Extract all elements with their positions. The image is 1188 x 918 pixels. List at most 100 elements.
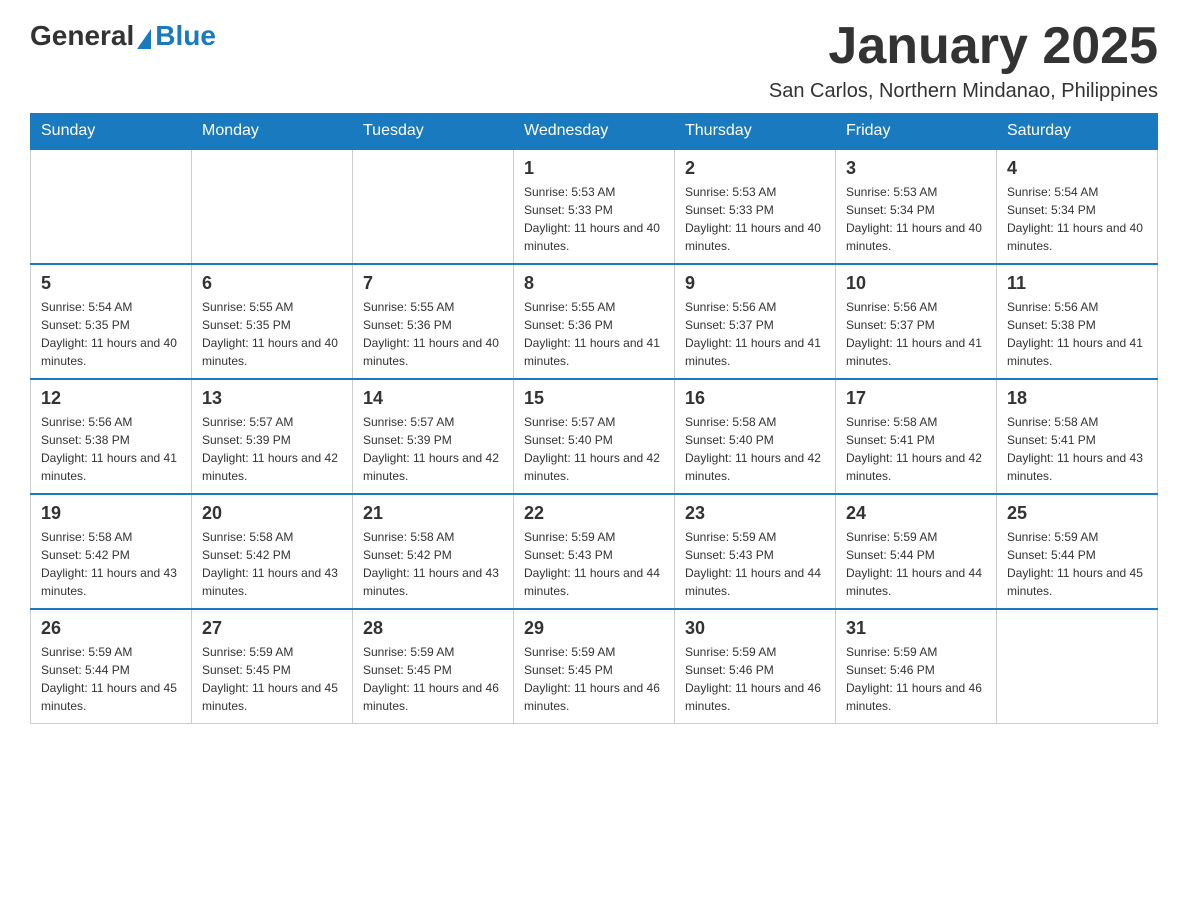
calendar-cell: 29 Sunrise: 5:59 AMSunset: 5:45 PMDayligh… [514, 609, 675, 724]
calendar-cell: 22Sunrise: 5:59 AMSunset: 5:43 PMDayligh… [514, 494, 675, 609]
day-number: 21 [363, 503, 503, 524]
day-info: Sunrise: 5:55 AMSunset: 5:36 PMDaylight:… [524, 298, 664, 370]
day-info: Sunrise: 5:54 AMSunset: 5:34 PMDaylight:… [1007, 183, 1147, 255]
day-number: 31 [846, 618, 986, 639]
week-row-4: 19 Sunrise: 5:58 AMSunset: 5:42 PMDayligh… [31, 494, 1158, 609]
day-number: 27 [202, 618, 342, 639]
weekday-header-saturday: Saturday [997, 114, 1158, 150]
day-number: 14 [363, 388, 503, 409]
calendar-cell: 13 Sunrise: 5:57 AMSunset: 5:39 PMDayligh… [192, 379, 353, 494]
calendar-cell: 16Sunrise: 5:58 AMSunset: 5:40 PMDayligh… [675, 379, 836, 494]
logo-triangle-icon [137, 29, 151, 49]
calendar-cell: 3 Sunrise: 5:53 AMSunset: 5:34 PMDaylight… [836, 149, 997, 264]
calendar-cell: 24 Sunrise: 5:59 AMSunset: 5:44 PMDayligh… [836, 494, 997, 609]
day-info: Sunrise: 5:59 AMSunset: 5:43 PMDaylight:… [685, 528, 825, 600]
calendar-cell: 15 Sunrise: 5:57 AMSunset: 5:40 PMDayligh… [514, 379, 675, 494]
calendar-cell [353, 149, 514, 264]
day-info: Sunrise: 5:59 AMSunset: 5:46 PMDaylight:… [846, 643, 986, 715]
calendar-cell: 10 Sunrise: 5:56 AMSunset: 5:37 PMDayligh… [836, 264, 997, 379]
week-row-2: 5Sunrise: 5:54 AMSunset: 5:35 PMDaylight… [31, 264, 1158, 379]
calendar-cell: 12Sunrise: 5:56 AMSunset: 5:38 PMDayligh… [31, 379, 192, 494]
day-info: Sunrise: 5:58 AMSunset: 5:41 PMDaylight:… [1007, 413, 1147, 485]
day-number: 22 [524, 503, 664, 524]
calendar-cell: 19 Sunrise: 5:58 AMSunset: 5:42 PMDayligh… [31, 494, 192, 609]
weekday-header-thursday: Thursday [675, 114, 836, 150]
day-number: 25 [1007, 503, 1147, 524]
day-info: Sunrise: 5:58 AMSunset: 5:42 PMDaylight:… [41, 528, 181, 600]
calendar-cell: 1 Sunrise: 5:53 AMSunset: 5:33 PMDaylight… [514, 149, 675, 264]
day-number: 26 [41, 618, 181, 639]
calendar-cell: 4 Sunrise: 5:54 AMSunset: 5:34 PMDaylight… [997, 149, 1158, 264]
day-info: Sunrise: 5:56 AMSunset: 5:37 PMDaylight:… [685, 298, 825, 370]
day-number: 10 [846, 273, 986, 294]
day-info: Sunrise: 5:53 AMSunset: 5:33 PMDaylight:… [524, 183, 664, 255]
day-number: 11 [1007, 273, 1147, 294]
day-info: Sunrise: 5:53 AMSunset: 5:33 PMDaylight:… [685, 183, 825, 255]
day-number: 29 [524, 618, 664, 639]
day-number: 19 [41, 503, 181, 524]
day-number: 3 [846, 158, 986, 179]
day-number: 4 [1007, 158, 1147, 179]
day-info: Sunrise: 5:56 AMSunset: 5:37 PMDaylight:… [846, 298, 986, 370]
calendar-cell: 17 Sunrise: 5:58 AMSunset: 5:41 PMDayligh… [836, 379, 997, 494]
day-info: Sunrise: 5:59 AMSunset: 5:44 PMDaylight:… [41, 643, 181, 715]
logo: General Blue [30, 20, 216, 52]
day-number: 20 [202, 503, 342, 524]
week-row-3: 12Sunrise: 5:56 AMSunset: 5:38 PMDayligh… [31, 379, 1158, 494]
calendar-cell [997, 609, 1158, 724]
day-number: 23 [685, 503, 825, 524]
calendar-cell: 31 Sunrise: 5:59 AMSunset: 5:46 PMDayligh… [836, 609, 997, 724]
day-info: Sunrise: 5:55 AMSunset: 5:36 PMDaylight:… [363, 298, 503, 370]
day-number: 18 [1007, 388, 1147, 409]
logo-blue-text: Blue [155, 20, 216, 52]
title-section: January 2025 San Carlos, Northern Mindan… [769, 20, 1158, 103]
week-row-1: 1 Sunrise: 5:53 AMSunset: 5:33 PMDaylight… [31, 149, 1158, 264]
calendar-cell: 25 Sunrise: 5:59 AMSunset: 5:44 PMDayligh… [997, 494, 1158, 609]
calendar-cell [192, 149, 353, 264]
calendar-cell: 9 Sunrise: 5:56 AMSunset: 5:37 PMDaylight… [675, 264, 836, 379]
calendar-cell: 8 Sunrise: 5:55 AMSunset: 5:36 PMDaylight… [514, 264, 675, 379]
calendar-cell: 14 Sunrise: 5:57 AMSunset: 5:39 PMDayligh… [353, 379, 514, 494]
page-header: General Blue January 2025 San Carlos, No… [30, 20, 1158, 103]
day-info: Sunrise: 5:55 AMSunset: 5:35 PMDaylight:… [202, 298, 342, 370]
day-info: Sunrise: 5:59 AMSunset: 5:45 PMDaylight:… [363, 643, 503, 715]
day-info: Sunrise: 5:59 AMSunset: 5:44 PMDaylight:… [846, 528, 986, 600]
day-number: 1 [524, 158, 664, 179]
weekday-header-monday: Monday [192, 114, 353, 150]
day-number: 6 [202, 273, 342, 294]
day-number: 9 [685, 273, 825, 294]
day-number: 7 [363, 273, 503, 294]
day-info: Sunrise: 5:59 AMSunset: 5:44 PMDaylight:… [1007, 528, 1147, 600]
calendar-cell: 6 Sunrise: 5:55 AMSunset: 5:35 PMDaylight… [192, 264, 353, 379]
day-number: 30 [685, 618, 825, 639]
weekday-header-row: SundayMondayTuesdayWednesdayThursdayFrid… [31, 114, 1158, 150]
day-number: 15 [524, 388, 664, 409]
calendar-cell: 23 Sunrise: 5:59 AMSunset: 5:43 PMDayligh… [675, 494, 836, 609]
location-subtitle: San Carlos, Northern Mindanao, Philippin… [769, 80, 1158, 103]
day-info: Sunrise: 5:59 AMSunset: 5:46 PMDaylight:… [685, 643, 825, 715]
calendar-table: SundayMondayTuesdayWednesdayThursdayFrid… [30, 113, 1158, 724]
day-info: Sunrise: 5:58 AMSunset: 5:42 PMDaylight:… [202, 528, 342, 600]
calendar-cell: 28Sunrise: 5:59 AMSunset: 5:45 PMDayligh… [353, 609, 514, 724]
logo-general-text: General [30, 20, 134, 52]
day-info: Sunrise: 5:57 AMSunset: 5:40 PMDaylight:… [524, 413, 664, 485]
calendar-cell: 2 Sunrise: 5:53 AMSunset: 5:33 PMDaylight… [675, 149, 836, 264]
day-number: 13 [202, 388, 342, 409]
day-info: Sunrise: 5:58 AMSunset: 5:40 PMDaylight:… [685, 413, 825, 485]
day-number: 12 [41, 388, 181, 409]
calendar-cell: 18 Sunrise: 5:58 AMSunset: 5:41 PMDayligh… [997, 379, 1158, 494]
day-info: Sunrise: 5:59 AMSunset: 5:45 PMDaylight:… [202, 643, 342, 715]
day-number: 8 [524, 273, 664, 294]
calendar-cell: 21Sunrise: 5:58 AMSunset: 5:42 PMDayligh… [353, 494, 514, 609]
day-info: Sunrise: 5:53 AMSunset: 5:34 PMDaylight:… [846, 183, 986, 255]
day-number: 24 [846, 503, 986, 524]
day-info: Sunrise: 5:57 AMSunset: 5:39 PMDaylight:… [363, 413, 503, 485]
day-info: Sunrise: 5:57 AMSunset: 5:39 PMDaylight:… [202, 413, 342, 485]
day-info: Sunrise: 5:58 AMSunset: 5:41 PMDaylight:… [846, 413, 986, 485]
day-number: 17 [846, 388, 986, 409]
calendar-cell [31, 149, 192, 264]
weekday-header-wednesday: Wednesday [514, 114, 675, 150]
day-info: Sunrise: 5:59 AMSunset: 5:45 PMDaylight:… [524, 643, 664, 715]
calendar-cell: 11Sunrise: 5:56 AMSunset: 5:38 PMDayligh… [997, 264, 1158, 379]
day-number: 2 [685, 158, 825, 179]
